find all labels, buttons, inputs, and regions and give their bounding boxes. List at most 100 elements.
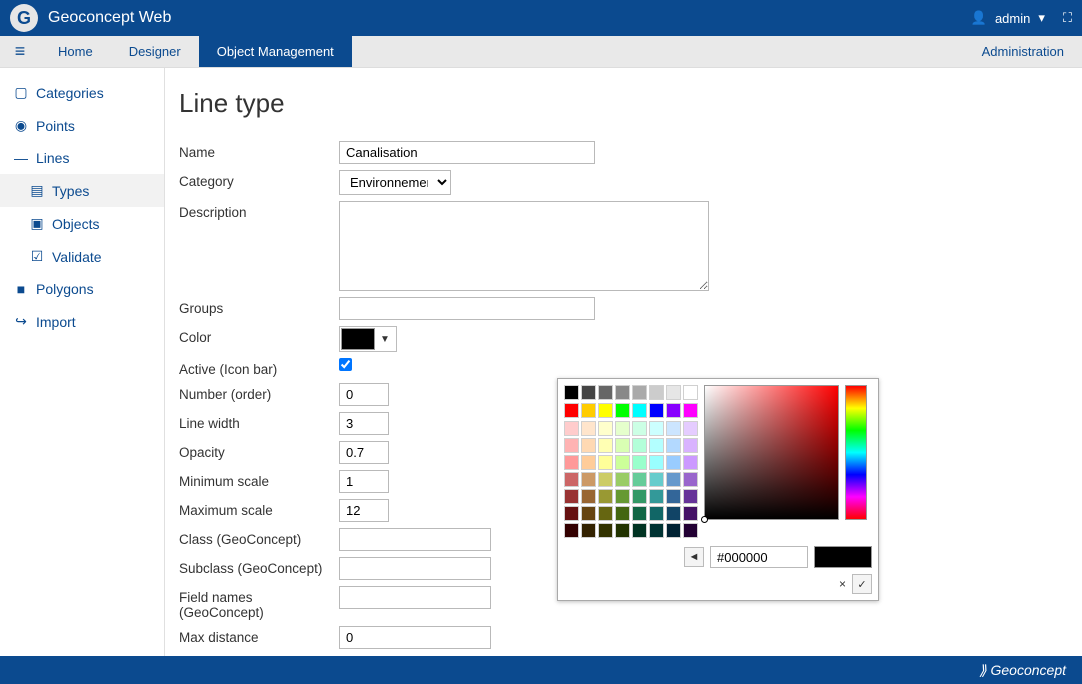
swatch[interactable] [598, 489, 613, 504]
swatch[interactable] [632, 489, 647, 504]
swatch[interactable] [581, 472, 596, 487]
swatch[interactable] [564, 489, 579, 504]
swatch[interactable] [615, 523, 630, 538]
swatch[interactable] [683, 506, 698, 521]
swatch[interactable] [598, 438, 613, 453]
swatch[interactable] [649, 472, 664, 487]
close-icon[interactable]: × [839, 577, 846, 591]
sidebar-item-validate[interactable]: ☑Validate [0, 240, 164, 273]
swatch[interactable] [564, 472, 579, 487]
subclass-input[interactable] [339, 557, 491, 580]
swatch[interactable] [666, 455, 681, 470]
swatch[interactable] [581, 438, 596, 453]
swatch[interactable] [581, 489, 596, 504]
swatch[interactable] [564, 385, 579, 400]
swatch[interactable] [632, 438, 647, 453]
minscale-input[interactable] [339, 470, 389, 493]
swatch[interactable] [598, 385, 613, 400]
swatch[interactable] [564, 455, 579, 470]
swatch[interactable] [666, 385, 681, 400]
swatch[interactable] [649, 523, 664, 538]
swatch[interactable] [564, 506, 579, 521]
maxscale-input[interactable] [339, 499, 389, 522]
swatch[interactable] [581, 403, 596, 418]
swatch[interactable] [649, 455, 664, 470]
sidebar-item-polygons[interactable]: ■Polygons [0, 273, 164, 305]
swatch[interactable] [632, 472, 647, 487]
swatch[interactable] [649, 438, 664, 453]
swatch[interactable] [666, 421, 681, 436]
swatch[interactable] [683, 385, 698, 400]
swatch[interactable] [632, 523, 647, 538]
swatch[interactable] [666, 438, 681, 453]
tab-administration[interactable]: Administration [964, 36, 1082, 67]
swatch[interactable] [598, 403, 613, 418]
swatch[interactable] [615, 472, 630, 487]
swatch[interactable] [666, 523, 681, 538]
swatch[interactable] [581, 421, 596, 436]
swatch[interactable] [649, 385, 664, 400]
tab-home[interactable]: Home [40, 36, 111, 67]
swatch[interactable] [564, 523, 579, 538]
swatch[interactable] [615, 403, 630, 418]
swatch[interactable] [564, 438, 579, 453]
swatch[interactable] [683, 421, 698, 436]
swatch[interactable] [564, 403, 579, 418]
active-checkbox[interactable] [339, 358, 352, 371]
swatch[interactable] [598, 455, 613, 470]
hamburger-icon[interactable]: ≡ [0, 36, 40, 67]
tab-object-management[interactable]: Object Management [199, 36, 352, 67]
groups-input[interactable] [339, 297, 595, 320]
chevron-down-icon[interactable]: ▾ [1038, 10, 1045, 26]
sidebar-item-categories[interactable]: ▢Categories [0, 76, 164, 109]
swatch[interactable] [615, 455, 630, 470]
swatch[interactable] [615, 438, 630, 453]
swatch[interactable] [632, 421, 647, 436]
swatch[interactable] [598, 523, 613, 538]
name-input[interactable] [339, 141, 595, 164]
swatch[interactable] [649, 421, 664, 436]
swatch[interactable] [666, 403, 681, 418]
sidebar-item-lines[interactable]: —Lines [0, 142, 164, 174]
swatch[interactable] [632, 506, 647, 521]
apply-button[interactable]: ✓ [852, 574, 872, 594]
swatch[interactable] [581, 455, 596, 470]
tab-designer[interactable]: Designer [111, 36, 199, 67]
swatch[interactable] [683, 455, 698, 470]
description-textarea[interactable] [339, 201, 709, 291]
swatch[interactable] [649, 506, 664, 521]
user-name[interactable]: admin [995, 11, 1030, 26]
sidebar-item-objects[interactable]: ▣Objects [0, 207, 164, 240]
linewidth-input[interactable] [339, 412, 389, 435]
swatch[interactable] [683, 523, 698, 538]
swatch[interactable] [615, 489, 630, 504]
swatch[interactable] [564, 421, 579, 436]
swatch[interactable] [683, 472, 698, 487]
swatch[interactable] [598, 421, 613, 436]
swatch[interactable] [649, 403, 664, 418]
swatch[interactable] [666, 506, 681, 521]
number-input[interactable] [339, 383, 389, 406]
swatch[interactable] [632, 455, 647, 470]
category-select[interactable]: Environnement [339, 170, 451, 195]
hex-input[interactable] [710, 546, 808, 568]
saturation-gradient[interactable] [704, 385, 839, 520]
swatch[interactable] [581, 506, 596, 521]
swatch[interactable] [598, 506, 613, 521]
swatch[interactable] [683, 403, 698, 418]
opacity-input[interactable] [339, 441, 389, 464]
maxdist-input[interactable] [339, 626, 491, 649]
hue-slider[interactable] [845, 385, 867, 520]
swatch[interactable] [666, 472, 681, 487]
fullscreen-icon[interactable]: ⛶ [1063, 10, 1072, 26]
swatch[interactable] [632, 403, 647, 418]
sidebar-item-types[interactable]: ▤Types [0, 174, 164, 207]
collapse-button[interactable]: ◄ [684, 547, 704, 567]
swatch[interactable] [666, 489, 681, 504]
swatch[interactable] [632, 385, 647, 400]
swatch[interactable] [615, 385, 630, 400]
color-picker-trigger[interactable]: ▼ [339, 326, 397, 352]
sidebar-item-import[interactable]: ↪Import [0, 305, 164, 338]
swatch[interactable] [581, 385, 596, 400]
swatch[interactable] [581, 523, 596, 538]
